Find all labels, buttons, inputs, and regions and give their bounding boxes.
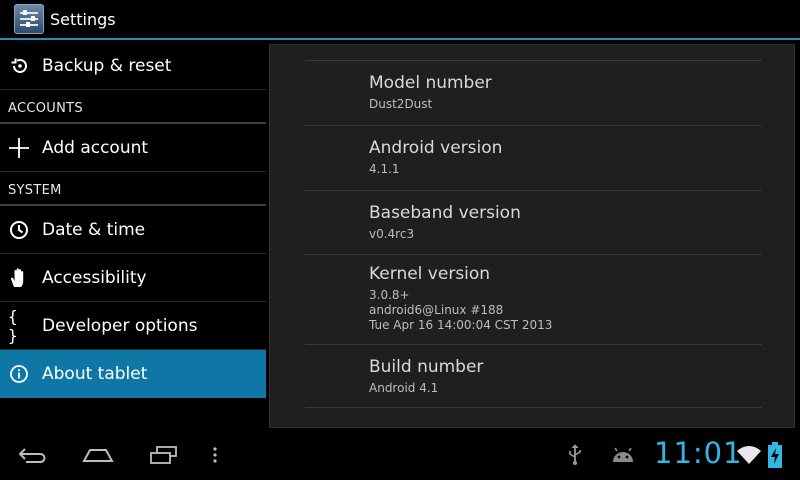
recent-apps-icon[interactable] (146, 442, 180, 468)
info-value: Dust2Dust (369, 97, 433, 111)
clock-icon (8, 219, 30, 241)
settings-sidebar: Backup & reset ACCOUNTS Add account SYST… (0, 42, 266, 430)
sidebar-item-label: Developer options (42, 315, 198, 336)
section-header-system: SYSTEM (0, 172, 266, 206)
info-icon (8, 363, 30, 385)
hand-icon (8, 267, 30, 289)
info-title: Model number (369, 73, 492, 93)
info-title: Kernel version (369, 264, 491, 284)
menu-icon[interactable] (206, 442, 224, 468)
about-tablet-panel: Model number Dust2Dust Android version 4… (269, 44, 795, 428)
info-value: 4.1.1 (369, 162, 400, 176)
sidebar-item-accessibility[interactable]: Accessibility (0, 254, 266, 302)
info-value: Android 4.1 (369, 381, 439, 395)
info-item-build-number[interactable]: Build number Android 4.1 (305, 344, 762, 408)
info-value: v0.4rc3 (369, 227, 415, 241)
braces-icon: { } (8, 306, 20, 345)
sidebar-item-add-account[interactable]: Add account (0, 124, 266, 172)
about-info-list: Model number Dust2Dust Android version 4… (305, 60, 762, 408)
sidebar-item-backup-reset[interactable]: Backup & reset (0, 42, 266, 90)
settings-icon[interactable] (14, 4, 44, 34)
sidebar-item-about-tablet[interactable]: About tablet (0, 350, 266, 398)
action-bar: Settings (0, 0, 800, 40)
info-item-kernel-version[interactable]: Kernel version 3.0.8+ android6@Linux #18… (305, 254, 762, 344)
info-item-model-number[interactable]: Model number Dust2Dust (305, 60, 762, 125)
android-debug-icon (608, 442, 638, 468)
status-clock: 11:01 (654, 436, 743, 470)
app-title: Settings (50, 9, 116, 29)
section-header-accounts: ACCOUNTS (0, 90, 266, 124)
info-item-android-version[interactable]: Android version 4.1.1 (305, 125, 762, 190)
usb-icon (564, 442, 586, 468)
backup-icon (8, 55, 30, 77)
info-value: 3.0.8+ android6@Linux #188 Tue Apr 16 14… (369, 288, 553, 332)
sidebar-item-label: Date & time (42, 219, 146, 240)
sidebar-item-developer-options[interactable]: { } Developer options (0, 302, 266, 350)
info-title: Build number (369, 357, 484, 377)
sidebar-item-label: About tablet (42, 364, 148, 384)
back-icon[interactable] (16, 442, 50, 468)
info-title: Baseband version (369, 203, 521, 223)
about-tablet-pane: Model number Dust2Dust Android version 4… (267, 44, 800, 430)
plus-icon (8, 137, 30, 159)
sidebar-item-label: Add account (42, 137, 149, 158)
battery-charging-icon (768, 442, 784, 468)
sidebar-item-label: Backup & reset (42, 55, 172, 76)
sidebar-item-date-time[interactable]: Date & time (0, 206, 266, 254)
info-item-baseband-version[interactable]: Baseband version v0.4rc3 (305, 190, 762, 254)
wifi-icon (736, 446, 762, 466)
sidebar-item-label: Accessibility (42, 267, 147, 288)
info-title: Android version (369, 138, 503, 158)
home-icon[interactable] (80, 442, 116, 468)
